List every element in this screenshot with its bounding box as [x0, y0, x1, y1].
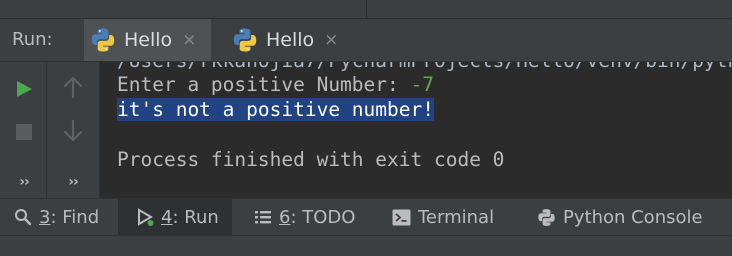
run-icon [136, 208, 154, 226]
console-output[interactable]: /Users/rkkanojia7/PycharmProjects/Hello/… [100, 62, 732, 198]
run-tool-button[interactable]: 4: Run [118, 199, 232, 235]
todo-label: : TODO [290, 206, 356, 228]
more-actions-button[interactable]: ›› [61, 172, 85, 192]
python-console-tool-button[interactable]: Python Console [537, 199, 703, 235]
status-bar [0, 235, 732, 256]
search-icon [14, 208, 32, 226]
run-toolbar: ›› [0, 62, 46, 198]
arrow-up-icon [63, 76, 83, 98]
python-icon [233, 28, 257, 52]
prompt-text: Enter a positive Number: [117, 73, 411, 96]
top-strip-divider [366, 0, 367, 18]
python-icon [537, 208, 556, 227]
play-icon [17, 81, 32, 97]
rerun-button[interactable] [13, 78, 35, 100]
run-tool-window-header: Run: Hello × Hello × [0, 19, 732, 61]
header-empty-area [362, 19, 732, 61]
tab-title: Hello [124, 29, 173, 51]
tab-hello-2[interactable]: Hello × [226, 19, 362, 61]
stop-icon [16, 124, 32, 140]
tool-window-bar: 3: Find 4: Run 6: TODO Terminal Python C… [0, 199, 732, 235]
run-label-text: : Run [172, 206, 219, 228]
console-line-output: it's not a positive number! [117, 98, 434, 121]
run-label: Run: [12, 29, 53, 50]
close-icon[interactable]: × [182, 30, 196, 50]
selected-output-text: it's not a positive number! [117, 98, 434, 121]
navigation-toolbar: ›› [47, 62, 99, 198]
arrow-down-icon [63, 120, 83, 142]
terminal-tool-button[interactable]: Terminal [392, 199, 494, 235]
close-icon[interactable]: × [324, 30, 338, 50]
terminal-icon [392, 209, 411, 226]
console-line-finish: Process finished with exit code 0 [117, 148, 505, 171]
down-button[interactable] [61, 118, 85, 144]
console-line-prompt: Enter a positive Number: -7 [117, 73, 434, 96]
console-line-path: /Users/rkkanojia7/PycharmProjects/Hello/… [117, 62, 732, 72]
find-mnemonic: 3 [39, 206, 51, 228]
list-icon [254, 209, 272, 225]
stop-button[interactable] [13, 121, 35, 143]
python-console-label: Python Console [563, 206, 703, 228]
run-mnemonic: 4 [161, 206, 173, 228]
more-actions-button[interactable]: ›› [13, 172, 35, 192]
python-icon [91, 28, 115, 52]
find-label: : Find [50, 206, 100, 228]
find-tool-button[interactable]: 3: Find [14, 199, 99, 235]
todo-tool-button[interactable]: 6: TODO [254, 199, 355, 235]
up-button[interactable] [61, 74, 85, 100]
tab-hello-1[interactable]: Hello × [84, 19, 211, 61]
terminal-label: Terminal [418, 206, 495, 228]
top-strip [0, 0, 732, 18]
todo-mnemonic: 6 [279, 206, 291, 228]
user-input-value: -7 [410, 73, 434, 96]
tab-title: Hello [266, 29, 315, 51]
